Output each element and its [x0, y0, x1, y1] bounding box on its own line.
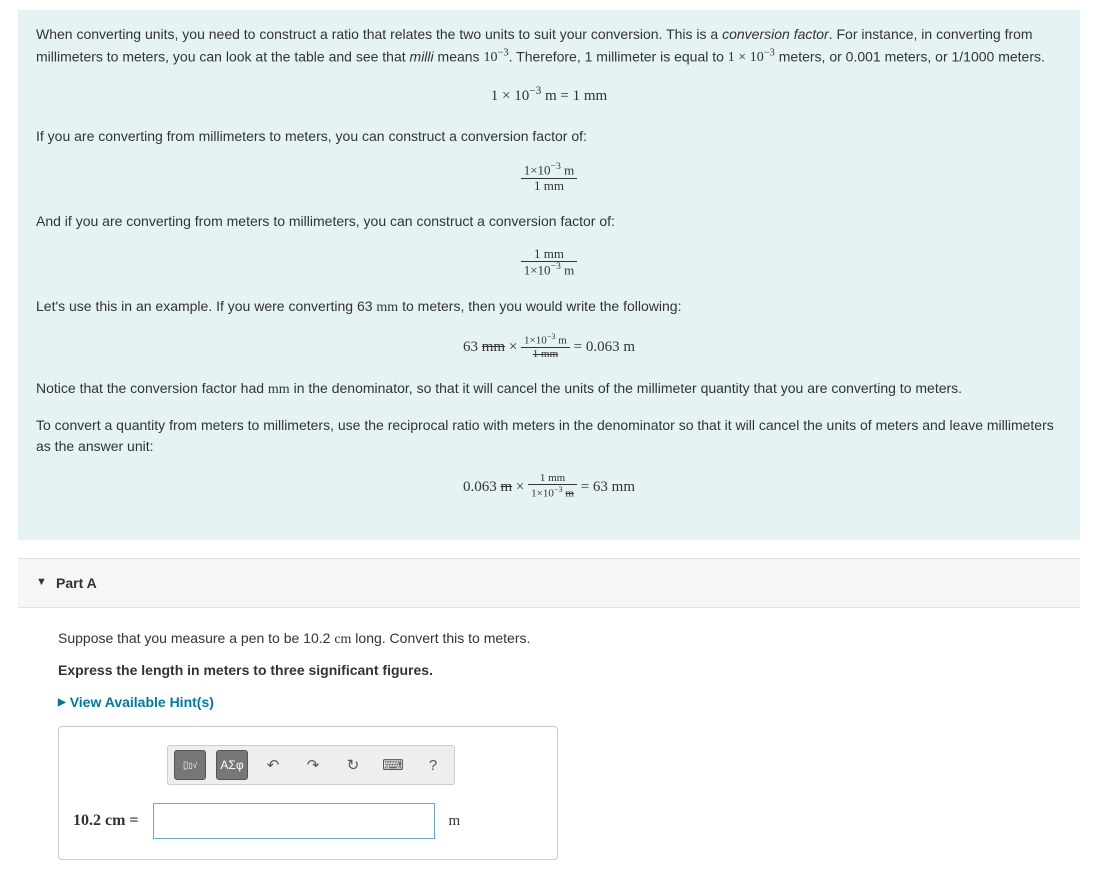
value: 1 mm [521, 179, 578, 193]
value: 1×10 [531, 488, 554, 500]
value: 1 mm [521, 247, 578, 262]
value: m [561, 162, 574, 177]
value: 10 [483, 50, 497, 65]
paragraph-5: Notice that the conversion factor had mm… [36, 378, 1062, 401]
part-a-body: Suppose that you measure a pen to be 10.… [0, 608, 1098, 870]
equation-example-1: 63 mm × 1×10−3 m 1 mm = 0.063 m [36, 332, 1062, 360]
redo-button[interactable]: ↷ [298, 751, 328, 779]
value: 1 × 10 [728, 50, 764, 65]
text: means [434, 48, 484, 64]
exponent: −3 [551, 161, 561, 172]
value: 1 mm [528, 472, 577, 485]
equation-toolbar: ▯▯√ ΑΣφ ↶ ↷ ↻ ⌨ ? [167, 745, 455, 785]
value: = 0.063 m [570, 339, 635, 355]
cancelled-unit: m [565, 488, 574, 500]
term-conversion-factor: conversion factor [722, 26, 829, 42]
answer-lhs-label: 10.2 cm = [73, 812, 139, 830]
exponent: −3 [554, 485, 563, 494]
equation-1: 1 × 10−3 m = 1 mm [36, 83, 1062, 108]
text: Let's use this in an example. If you wer… [36, 298, 376, 314]
term-milli: milli [410, 48, 434, 64]
value: 1×10 [524, 335, 547, 347]
text: When converting units, you need to const… [36, 26, 722, 42]
exponent: −3 [497, 48, 508, 59]
cancelled-unit: mm [482, 339, 505, 355]
value: = 63 mm [577, 479, 635, 495]
explanation-panel: When converting units, you need to const… [18, 10, 1080, 540]
equation-frac-2: 1 mm 1×10−3 m [36, 247, 1062, 278]
part-title: Part A [56, 575, 97, 591]
template-button[interactable]: ▯▯√ [174, 750, 206, 780]
root-icon: √ [193, 761, 197, 770]
text: in the denominator, so that it will canc… [290, 380, 962, 396]
equation-example-2: 0.063 m × 1 mm 1×10−3 m = 63 mm [36, 472, 1062, 500]
text: . Therefore, 1 millimeter is equal to [509, 48, 728, 64]
paragraph-2: If you are converting from millimeters t… [36, 126, 1062, 148]
keyboard-button[interactable]: ⌨ [378, 751, 408, 779]
answer-container: ▯▯√ ΑΣφ ↶ ↷ ↻ ⌨ ? 10.2 cm = m [58, 726, 558, 860]
reset-button[interactable]: ↻ [338, 751, 368, 779]
exponent: −3 [764, 48, 775, 59]
greek-button[interactable]: ΑΣφ [216, 750, 248, 780]
value: 63 [463, 339, 482, 355]
cancelled-unit: m [501, 479, 513, 495]
text: meters, or 0.001 meters, or 1/1000 meter… [775, 48, 1045, 64]
answer-unit: m [449, 813, 461, 830]
text: long. Convert this to meters. [351, 630, 530, 646]
part-a-header[interactable]: Part A [18, 558, 1080, 608]
help-button[interactable]: ? [418, 751, 448, 779]
operator: × [505, 339, 521, 355]
paragraph-3: And if you are converting from meters to… [36, 211, 1062, 233]
answer-instruction: Express the length in meters to three si… [58, 662, 1080, 678]
value: m = 1 mm [541, 88, 607, 104]
unit: mm [268, 382, 290, 397]
text: Suppose that you measure a pen to be 10.… [58, 630, 334, 646]
exponent: −3 [547, 332, 556, 341]
unit: cm [334, 632, 351, 647]
value: 0.063 [463, 479, 501, 495]
equation-frac-1: 1×10−3 m 1 mm [36, 162, 1062, 193]
value: 1×10 [524, 262, 551, 277]
cancelled-unit: 1 mm [521, 348, 570, 360]
view-hints-link[interactable]: View Available Hint(s) [58, 694, 214, 710]
paragraph-4: Let's use this in an example. If you wer… [36, 296, 1062, 319]
text: Notice that the conversion factor had [36, 380, 268, 396]
question-prompt: Suppose that you measure a pen to be 10.… [58, 630, 1080, 648]
exponent: −3 [529, 85, 541, 97]
operator: × [512, 479, 528, 495]
unit: mm [376, 300, 398, 315]
value: m [561, 262, 574, 277]
value: 1 × 10 [491, 88, 529, 104]
paragraph-1: When converting units, you need to const… [36, 24, 1062, 69]
paragraph-6: To convert a quantity from meters to mil… [36, 415, 1062, 458]
undo-button[interactable]: ↶ [258, 751, 288, 779]
hint-label: View Available Hint(s) [70, 694, 214, 710]
exponent: −3 [551, 261, 561, 272]
text: to meters, then you would write the foll… [398, 298, 681, 314]
value: m [556, 335, 567, 347]
value: 1×10 [524, 162, 551, 177]
